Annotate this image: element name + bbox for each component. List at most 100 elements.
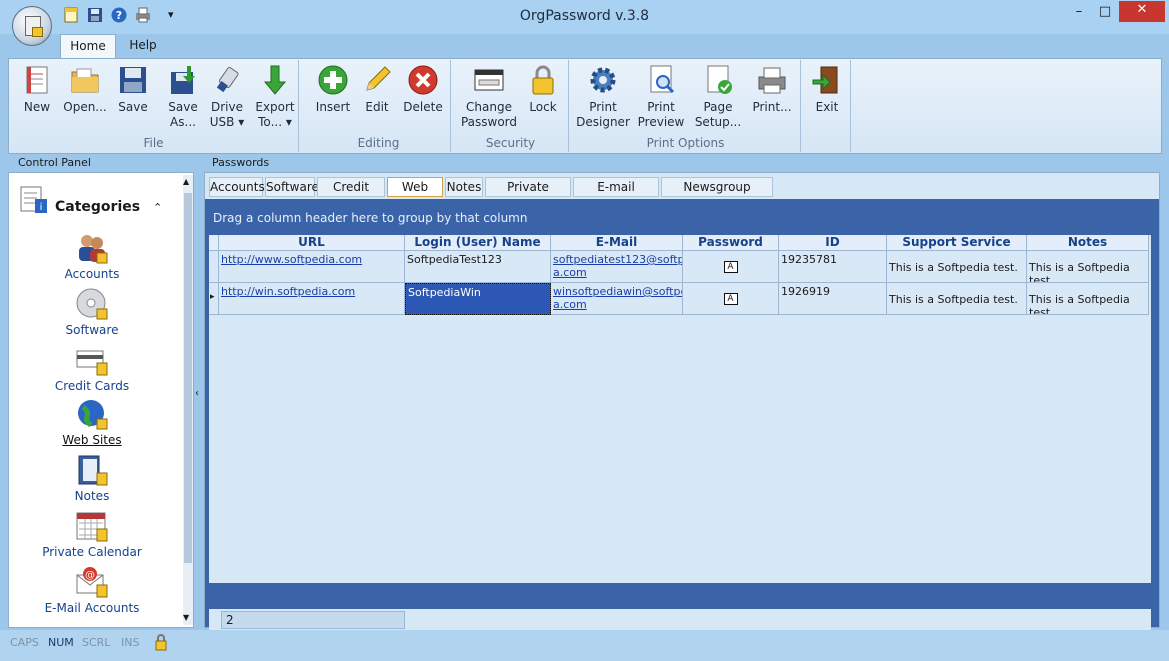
users-icon xyxy=(75,231,109,265)
record-count: 2 xyxy=(221,611,405,629)
category-private-calendar-label: Private Calendar xyxy=(42,545,142,559)
scroll-up-icon[interactable]: ▲ xyxy=(183,177,189,186)
page-setup-button[interactable]: Page Setup... xyxy=(691,64,745,130)
email-link-continued[interactable]: a.com xyxy=(553,266,587,279)
table-row-2-login[interactable]: SoftpediaWin xyxy=(405,283,551,315)
new-file-icon xyxy=(21,64,53,96)
group-file-label: File xyxy=(143,136,164,150)
table-row-2-support[interactable]: This is a Softpedia test. xyxy=(887,283,1027,315)
column-header-login[interactable]: Login (User) Name xyxy=(405,235,551,251)
row-indicator[interactable] xyxy=(209,251,219,283)
column-header-email[interactable]: E-Mail xyxy=(551,235,683,251)
category-private-calendar[interactable]: Private Calendar xyxy=(17,509,167,559)
category-web-sites-label: Web Sites xyxy=(62,433,122,447)
insert-label: Insert xyxy=(315,100,351,114)
tab-web-sites[interactable]: Web Sites xyxy=(387,177,443,213)
url-link[interactable]: http://www.softpedia.com xyxy=(221,253,362,266)
scroll-down-icon[interactable]: ▼ xyxy=(183,613,189,622)
exit-door-icon xyxy=(811,64,843,96)
tab-private-calendar[interactable]: Private Calendar xyxy=(485,177,571,213)
scroll-thumb[interactable] xyxy=(184,193,192,563)
page-check-icon xyxy=(702,64,734,96)
delete-button[interactable]: Delete xyxy=(399,64,447,115)
application-menu-button[interactable] xyxy=(12,6,52,46)
lock-button[interactable]: Lock xyxy=(523,64,563,115)
panel-splitter[interactable]: ‹ xyxy=(194,160,202,628)
category-credit-cards[interactable]: Credit Cards xyxy=(17,343,167,393)
column-header-url[interactable]: URL xyxy=(219,235,405,251)
email-link[interactable]: winsoftpediawin@softpedi xyxy=(553,285,682,298)
save-label: Save xyxy=(118,100,148,114)
table-row-1-support[interactable]: This is a Softpedia test. xyxy=(887,251,1027,283)
summary-row: 2 xyxy=(209,609,1151,631)
drive-usb-button[interactable]: Drive USB ▾ xyxy=(205,64,249,130)
exit-label: Exit xyxy=(815,100,839,114)
passwords-title: Passwords xyxy=(212,156,270,169)
category-email-accounts[interactable]: @ E-Mail Accounts xyxy=(17,565,167,615)
control-panel-scrollbar[interactable]: ▲ ▼ xyxy=(183,175,193,625)
categories-header[interactable]: i Categories ⌃ xyxy=(19,179,169,215)
tab-home[interactable]: Home xyxy=(60,34,116,59)
url-link[interactable]: http://win.softpedia.com xyxy=(221,285,355,298)
table-row-2-id[interactable]: 1926919 xyxy=(779,283,887,315)
table-row-1-email[interactable]: softpediatest123@softpedia.com xyxy=(551,251,683,283)
tab-accounts[interactable]: Accounts xyxy=(209,177,265,197)
email-link-continued[interactable]: a.com xyxy=(553,298,587,311)
drive-usb-label-2: USB ▾ xyxy=(209,115,245,129)
password-field-icon[interactable]: A xyxy=(723,293,738,305)
save-as-button[interactable]: Save As... xyxy=(161,64,205,130)
category-accounts[interactable]: Accounts xyxy=(17,231,167,281)
close-button[interactable]: ✕ xyxy=(1119,1,1165,22)
insert-button[interactable]: Insert xyxy=(311,64,355,115)
floppy-icon xyxy=(117,64,149,96)
tab-email-accounts[interactable]: E-mail Accounts xyxy=(573,177,659,213)
tab-credit-cards[interactable]: Credit Cards xyxy=(317,177,385,213)
window-title: OrgPassword v.3.8 xyxy=(519,8,650,24)
lock-label: Lock xyxy=(529,100,557,114)
column-header-support[interactable]: Support Service xyxy=(887,235,1027,251)
new-button[interactable]: New xyxy=(15,64,59,115)
table-row-1-login[interactable]: SoftpediaTest123 xyxy=(405,251,551,283)
save-button[interactable]: Save xyxy=(111,64,155,115)
table-row-2-password[interactable]: A xyxy=(683,283,779,315)
export-to-button[interactable]: Export To... ▾ xyxy=(253,64,297,130)
column-header-id[interactable]: ID xyxy=(779,235,887,251)
category-web-sites[interactable]: Web Sites xyxy=(17,397,167,447)
minimize-button[interactable]: – xyxy=(1066,3,1092,23)
page-setup-label-1: Page xyxy=(703,100,733,114)
categories-icon: i xyxy=(19,185,51,215)
tab-software[interactable]: Software xyxy=(265,177,319,197)
table-row-2-url[interactable]: http://win.softpedia.com xyxy=(219,283,405,315)
category-notes[interactable]: Notes xyxy=(17,453,167,503)
row-indicator-header xyxy=(209,235,219,251)
email-link[interactable]: softpediatest123@softpedi xyxy=(553,253,682,266)
row-indicator-current[interactable]: ▸ xyxy=(209,283,219,315)
tab-notes[interactable]: Notes xyxy=(445,177,483,197)
category-software[interactable]: Software xyxy=(17,287,167,337)
column-header-notes[interactable]: Notes xyxy=(1027,235,1149,251)
tab-help[interactable]: Help xyxy=(120,34,166,59)
table-row-2-notes[interactable]: This is a Softpedia test. xyxy=(1027,283,1149,315)
table-row-1-password[interactable]: A xyxy=(683,251,779,283)
table-row-1-id[interactable]: 19235781 xyxy=(779,251,887,283)
tab-newsgroup-accounts[interactable]: Newsgroup Accounts xyxy=(661,177,773,213)
edit-button[interactable]: Edit xyxy=(355,64,399,115)
collapse-categories-icon[interactable]: ⌃ xyxy=(153,201,162,214)
maximize-button[interactable]: □ xyxy=(1092,3,1118,23)
change-password-label-2: Password xyxy=(460,115,518,129)
print-preview-button[interactable]: Print Preview xyxy=(635,64,687,130)
print-button[interactable]: Print... xyxy=(747,64,797,115)
change-password-button[interactable]: Change Password xyxy=(457,64,521,130)
padlock-icon xyxy=(527,64,559,96)
exit-button[interactable]: Exit xyxy=(805,64,849,115)
column-header-password[interactable]: Password xyxy=(683,235,779,251)
table-row-2-email[interactable]: winsoftpediawin@softpedi a.com xyxy=(551,283,683,315)
print-designer-button[interactable]: Print Designer xyxy=(575,64,631,130)
table-row-1-notes[interactable]: This is a Softpedia test. xyxy=(1027,251,1149,283)
export-to-label-1: Export xyxy=(255,100,295,114)
group-by-hint[interactable]: Drag a column header here to group by th… xyxy=(213,211,527,225)
password-field-icon[interactable]: A xyxy=(723,261,738,273)
table-row-1-url[interactable]: http://www.softpedia.com xyxy=(219,251,405,283)
open-button[interactable]: Open... xyxy=(61,64,109,115)
globe-icon xyxy=(75,397,109,431)
